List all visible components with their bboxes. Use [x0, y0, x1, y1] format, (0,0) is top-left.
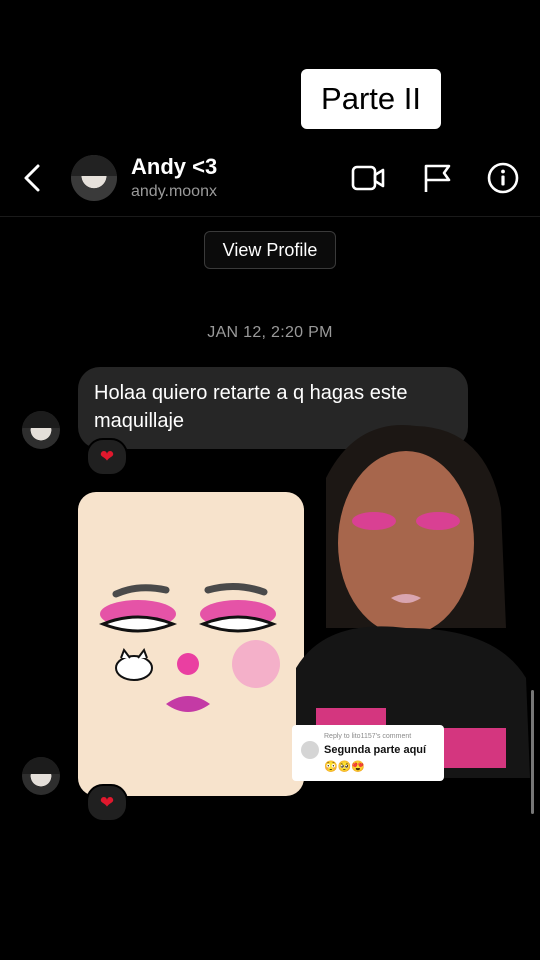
creator-video-overlay — [296, 425, 530, 778]
shared-image[interactable] — [78, 492, 304, 796]
reply-comment-card[interactable]: Reply to lito1157's comment Segunda part… — [292, 725, 444, 781]
heart-reaction-icon[interactable]: ❤ — [86, 784, 128, 822]
sender-avatar[interactable] — [22, 757, 60, 795]
contact-name[interactable]: Andy <3 — [131, 154, 217, 180]
scrollbar[interactable] — [531, 690, 534, 814]
heart-reaction-icon[interactable]: ❤ — [86, 438, 128, 476]
avatar[interactable] — [71, 155, 117, 201]
back-arrow-icon[interactable] — [18, 160, 48, 196]
reply-emojis: 😳🥺😍 — [324, 761, 366, 773]
video-overlay-title: Parte II — [301, 69, 441, 129]
message-timestamp: JAN 12, 2:20 PM — [207, 324, 333, 341]
view-profile-button[interactable]: View Profile — [204, 231, 336, 269]
video-call-icon[interactable] — [350, 162, 386, 194]
sender-avatar[interactable] — [22, 411, 60, 449]
contact-handle: andy.moonx — [131, 183, 217, 200]
makeup-face-illustration — [98, 583, 280, 712]
reply-meta-text: Reply to lito1157's comment — [324, 733, 412, 740]
reply-text: Segunda parte aquí — [324, 744, 427, 756]
header-divider — [0, 216, 540, 217]
info-icon[interactable] — [485, 162, 521, 194]
comment-avatar — [301, 741, 319, 759]
flag-icon[interactable] — [419, 162, 455, 194]
